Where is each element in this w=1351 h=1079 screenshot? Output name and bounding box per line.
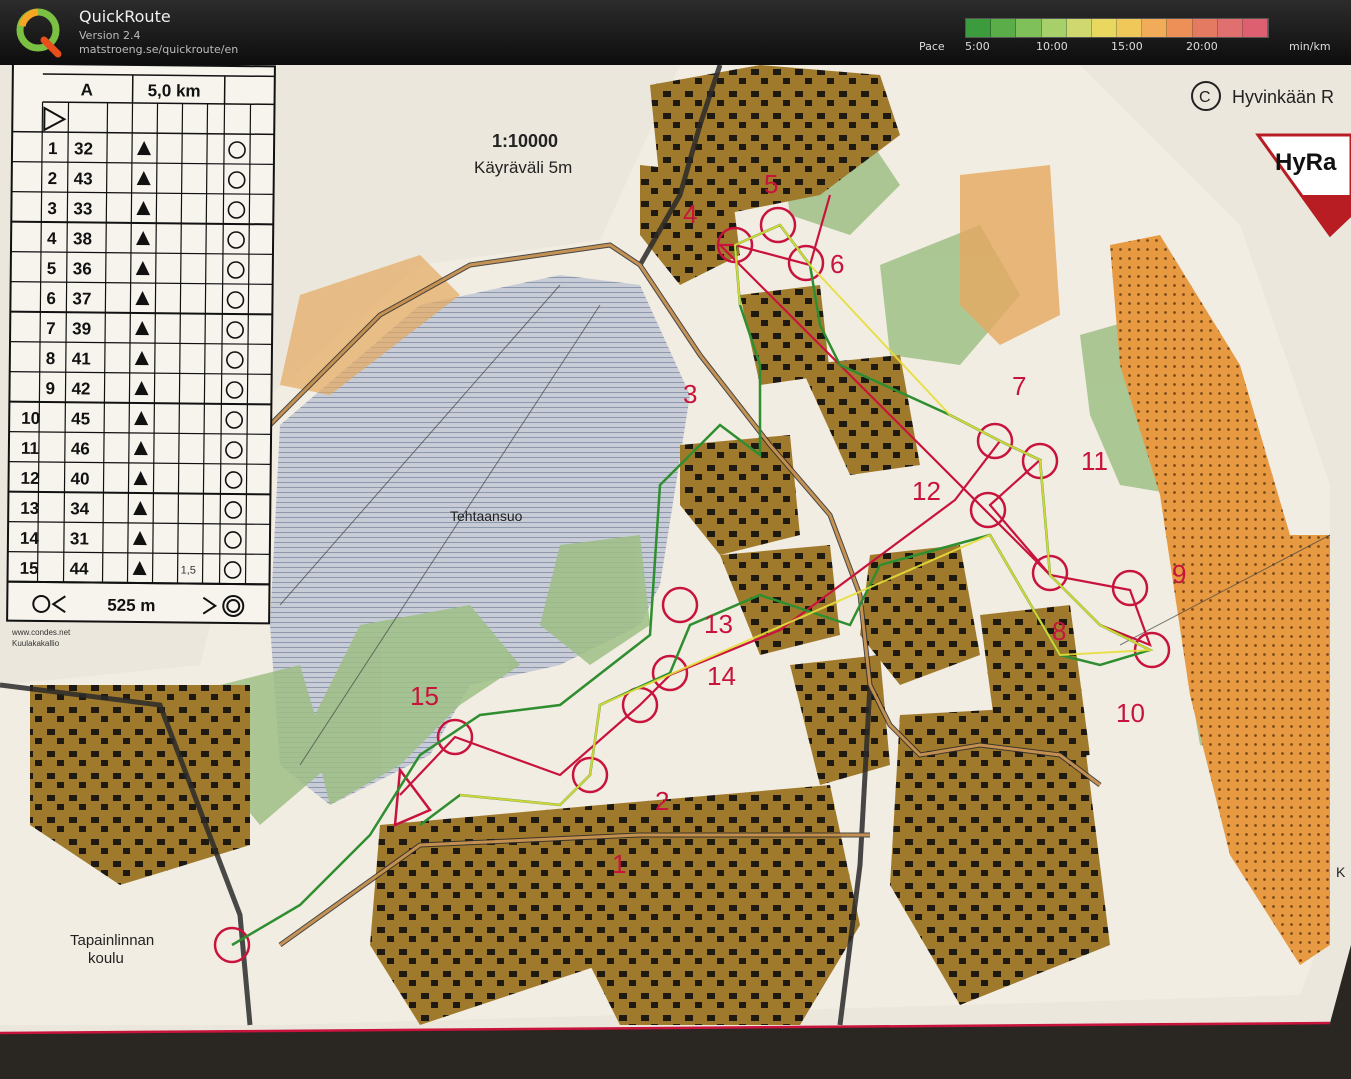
legend-dimension-note: 1,5 [181, 564, 196, 576]
app-version: Version 2.4 [79, 29, 141, 42]
legend-control-number: 12 [20, 469, 39, 488]
pace-unit: min/km [1289, 40, 1331, 53]
quickroute-logo-icon [16, 8, 62, 58]
legend-control-code: 37 [72, 289, 91, 308]
pace-color-segment [1217, 19, 1243, 37]
app-url: matstroeng.se/quickroute/en [79, 43, 239, 56]
control-number-15: 15 [410, 681, 439, 711]
legend-control-number: 13 [20, 499, 39, 518]
pace-color-segment [1117, 19, 1143, 37]
school-name-line1: Tapainlinnan [70, 932, 154, 949]
school-name-line2: koulu [88, 950, 124, 967]
control-number-3: 3 [683, 379, 697, 409]
legend-control-number: 11 [21, 439, 39, 458]
legend-class: A [81, 80, 93, 99]
pace-color-segment [1091, 19, 1118, 37]
credit-kuulakakallio: Kuulakakallio [12, 639, 60, 648]
control-number-11: 11 [1081, 446, 1108, 476]
legend-control-number: 8 [46, 349, 56, 368]
legend-control-code: 45 [71, 409, 90, 428]
pace-color-segment [1016, 19, 1042, 37]
legend-control-number: 1 [48, 139, 58, 158]
pace-tick-10: 10:00 [1036, 40, 1068, 53]
credit-condes: www.condes.net [11, 628, 71, 637]
svg-text:HyRa: HyRa [1275, 149, 1337, 176]
legend-control-code: 32 [74, 139, 93, 158]
control-number-7: 7 [1012, 371, 1026, 401]
legend-control-number: 6 [46, 289, 56, 308]
pace-tick-5: 5:00 [965, 40, 990, 53]
svg-text:C: C [1199, 89, 1211, 106]
legend-control-number: 15 [20, 559, 39, 578]
legend-control-code: 42 [71, 379, 90, 398]
legend-control-number: 7 [46, 319, 56, 338]
pace-color-segment [966, 19, 992, 37]
legend-control-code: 43 [74, 169, 93, 188]
pace-color-segment [1167, 19, 1193, 37]
map-scale: 1:10000 [492, 131, 558, 151]
control-number-9: 9 [1172, 559, 1186, 589]
legend-control-code: 36 [73, 259, 92, 278]
orienteering-map[interactable]: 1 2 3 4 5 6 7 8 9 10 11 12 13 14 15 1:10… [0, 65, 1351, 1079]
legend-control-number: 2 [48, 169, 58, 188]
pace-color-segment [1041, 19, 1067, 37]
control-description-sheet: A 5,0 km 1 322 433 334 385 366 377 398 419 4210 45… [6, 65, 276, 625]
pace-color-segment [1142, 19, 1168, 37]
pace-color-segment [1242, 19, 1269, 37]
legend-control-code: 33 [73, 199, 92, 218]
pace-color-segment [1066, 19, 1092, 37]
legend-control-code: 40 [70, 469, 89, 488]
place-name-swamp: Tehtaansuo [450, 508, 523, 524]
legend-control-number: 4 [47, 229, 57, 248]
legend-control-number: 9 [45, 379, 55, 398]
legend-control-code: 34 [70, 499, 90, 518]
legend-control-number: 14 [20, 529, 40, 548]
map-canvas[interactable]: 1 2 3 4 5 6 7 8 9 10 11 12 13 14 15 1:10… [0, 65, 1351, 1079]
pace-color-segment [991, 19, 1017, 37]
control-number-2: 2 [655, 786, 669, 816]
edge-letter: K [1336, 864, 1346, 880]
legend-control-number: 5 [47, 259, 57, 278]
copyright-text: Hyvinkään R [1232, 87, 1334, 107]
legend-length: 5,0 km [148, 81, 201, 101]
contour-interval: Käyräväli 5m [474, 158, 572, 177]
pace-color-scale [965, 18, 1269, 38]
control-number-4: 4 [683, 199, 697, 229]
pace-tick-20: 20:00 [1186, 40, 1218, 53]
legend-control-code: 41 [72, 349, 91, 368]
control-number-14: 14 [707, 661, 736, 691]
control-number-10: 10 [1116, 698, 1145, 728]
pace-color-segment [1192, 19, 1218, 37]
control-number-8: 8 [1052, 616, 1066, 646]
control-number-1: 1 [612, 849, 626, 879]
control-number-13: 13 [704, 609, 733, 639]
control-number-6: 6 [830, 249, 844, 279]
control-number-12: 12 [912, 476, 941, 506]
legend-finish-distance: 525 m [107, 596, 155, 616]
control-number-5: 5 [764, 169, 778, 199]
legend-control-code: 46 [71, 439, 90, 458]
legend-control-code: 44 [70, 559, 90, 578]
legend-control-code: 31 [70, 529, 89, 548]
legend-control-code: 39 [72, 319, 91, 338]
legend-control-number: 3 [47, 199, 57, 218]
pace-tick-15: 15:00 [1111, 40, 1143, 53]
legend-control-number: 10 [21, 409, 40, 428]
pace-label: Pace [919, 40, 945, 53]
legend-control-code: 38 [73, 229, 92, 248]
app-header: QuickRoute Version 2.4 matstroeng.se/qui… [0, 0, 1351, 65]
app-name: QuickRoute [79, 7, 171, 26]
